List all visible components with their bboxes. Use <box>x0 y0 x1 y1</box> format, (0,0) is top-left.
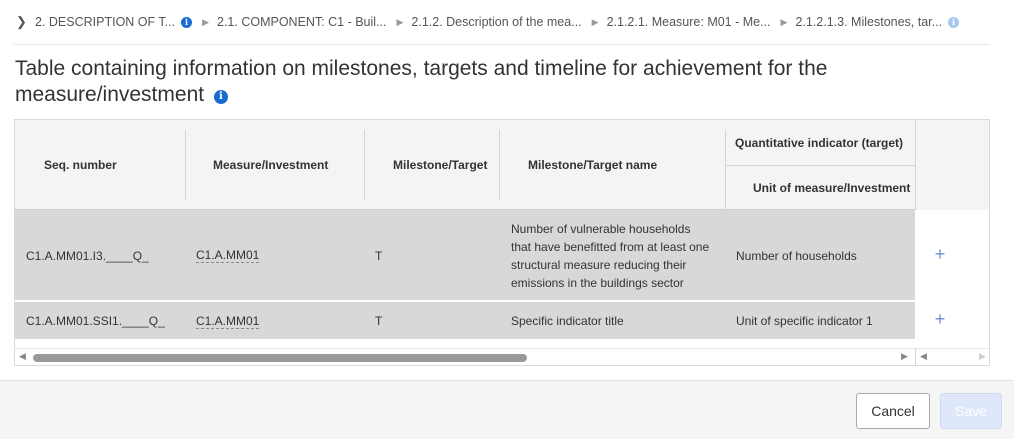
breadcrumb-item-description-measure[interactable]: 2.1.2. Description of the mea... <box>411 15 581 29</box>
horizontal-scrollbar-actions[interactable]: ◀ ▶ <box>915 348 989 365</box>
breadcrumb-label[interactable]: 2.1. COMPONENT: C1 - Buil... <box>217 15 386 29</box>
caret-right-icon: ▶ <box>591 16 599 27</box>
caret-right-icon: ▶ <box>780 16 788 27</box>
scroll-left-icon[interactable]: ◀ <box>920 351 927 362</box>
divider <box>14 44 990 45</box>
column-divider <box>725 130 726 210</box>
cell-measure: C1.A.MM01 <box>196 210 260 301</box>
column-divider[interactable] <box>499 130 500 200</box>
caret-right-icon: ▶ <box>396 16 404 27</box>
breadcrumb: ❯ 2. DESCRIPTION OF T... i ▶ 2.1. COMPON… <box>16 9 1006 35</box>
column-header-milestone-target-name[interactable]: Milestone/Target name <box>528 120 657 210</box>
info-icon[interactable]: i <box>948 16 960 28</box>
table-row[interactable]: C1.A.MM01.SSI1.____Q_ C1.A.MM01 T Specif… <box>15 302 915 340</box>
cell-measure: C1.A.MM01 <box>196 302 260 340</box>
cell-type: T <box>375 248 383 263</box>
table-row[interactable]: C1.A.MM01.I3.____Q_ C1.A.MM01 T Number o… <box>15 210 915 301</box>
group-divider <box>725 165 915 166</box>
scroll-left-icon[interactable]: ◀ <box>19 351 26 362</box>
scroll-right-icon[interactable]: ▶ <box>979 351 986 362</box>
info-icon[interactable]: i <box>213 90 228 104</box>
page-title: Table containing information on mileston… <box>15 56 915 108</box>
cell-seq: C1.A.MM01.SSI1.____Q_ <box>26 302 165 340</box>
cell-name: Number of vulnerable households that hav… <box>511 221 710 290</box>
cell-seq: C1.A.MM01.I3.____Q_ <box>26 210 149 301</box>
milestones-table: Seq. number Measure/Investment Milestone… <box>14 119 990 366</box>
horizontal-scrollbar[interactable]: ◀ ▶ <box>15 348 915 365</box>
breadcrumb-label[interactable]: 2.1.2.1.3. Milestones, tar... <box>795 15 942 29</box>
cell-type: T <box>375 314 383 328</box>
row-actions <box>915 210 989 301</box>
measure-link[interactable]: C1.A.MM01 <box>196 248 260 263</box>
page-title-text: Table containing information on mileston… <box>15 57 828 106</box>
actions-column-header <box>915 120 989 210</box>
cell-name: Specific indicator title <box>511 314 624 328</box>
breadcrumb-label[interactable]: 2.1.2. Description of the mea... <box>411 15 581 29</box>
save-button[interactable]: Save <box>940 393 1002 429</box>
scrollbar-thumb[interactable] <box>33 354 527 362</box>
cancel-button[interactable]: Cancel <box>856 393 930 429</box>
chevron-right-icon[interactable]: ❯ <box>16 14 30 30</box>
plus-icon[interactable]: + <box>933 244 947 265</box>
breadcrumb-item-measure[interactable]: 2.1.2.1. Measure: M01 - Me... <box>607 15 771 29</box>
row-actions <box>915 302 989 340</box>
column-divider[interactable] <box>364 130 365 200</box>
cell-unit: Number of households <box>736 248 857 263</box>
dialog-footer: Cancel Save <box>0 380 1014 439</box>
table-header: Seq. number Measure/Investment Milestone… <box>15 120 989 210</box>
plus-icon[interactable]: + <box>933 309 947 330</box>
cell-unit: Unit of specific indicator 1 <box>736 314 873 328</box>
column-divider[interactable] <box>185 130 186 200</box>
seq-value: C1.A.MM01.SSI1.____Q_ <box>26 314 165 328</box>
scroll-right-icon[interactable]: ▶ <box>901 351 908 362</box>
seq-value: C1.A.MM01.I3.____Q_ <box>26 248 149 263</box>
breadcrumb-label[interactable]: 2. DESCRIPTION OF T... <box>35 15 175 29</box>
column-header-unit[interactable]: Unit of measure/Investment <box>753 174 910 202</box>
breadcrumb-item-description[interactable]: 2. DESCRIPTION OF T... i <box>35 15 193 29</box>
caret-right-icon: ▶ <box>202 16 209 27</box>
breadcrumb-item-milestones[interactable]: 2.1.2.1.3. Milestones, tar... i <box>795 15 960 29</box>
breadcrumb-label[interactable]: 2.1.2.1. Measure: M01 - Me... <box>607 15 771 29</box>
breadcrumb-item-component[interactable]: 2.1. COMPONENT: C1 - Buil... <box>217 15 386 29</box>
measure-link[interactable]: C1.A.MM01 <box>196 314 260 329</box>
column-header-measure[interactable]: Measure/Investment <box>213 120 328 210</box>
info-icon[interactable]: i <box>181 16 193 28</box>
column-header-milestone-target[interactable]: Milestone/Target <box>393 120 487 210</box>
column-group-quantitative-indicator: Quantitative indicator (target) <box>735 136 904 150</box>
column-header-seq[interactable]: Seq. number <box>44 120 117 210</box>
